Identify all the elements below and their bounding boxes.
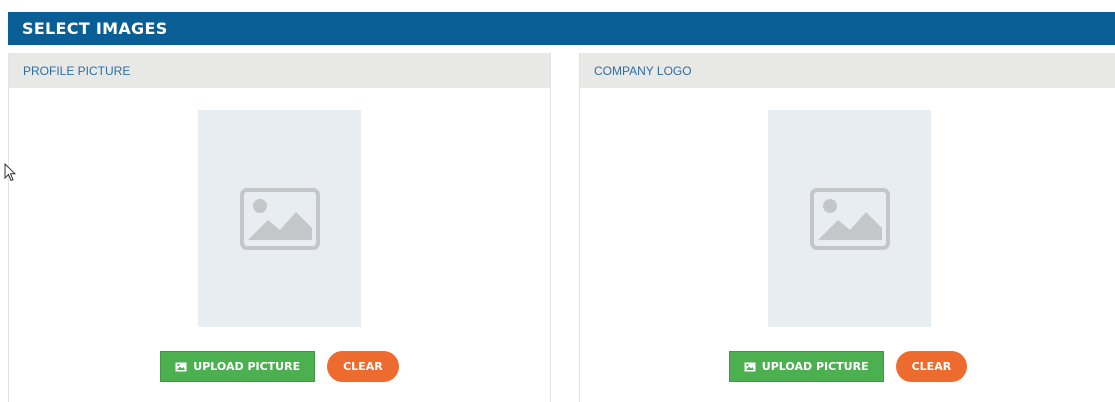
image-placeholder bbox=[768, 110, 931, 327]
section-title: SELECT IMAGES bbox=[22, 19, 168, 38]
upload-button-label: UPLOAD PICTURE bbox=[193, 360, 301, 373]
clear-button-label: CLEAR bbox=[343, 360, 383, 373]
company-logo-panel: COMPANY LOGO UPLOAD PICTURE CLEAR bbox=[579, 53, 1115, 402]
button-row: UPLOAD PICTURE CLEAR bbox=[580, 351, 1115, 382]
clear-button-label: CLEAR bbox=[911, 360, 952, 373]
upload-picture-button[interactable]: UPLOAD PICTURE bbox=[728, 351, 884, 382]
panel-title: PROFILE PICTURE bbox=[23, 63, 131, 78]
top-strip bbox=[0, 0, 1115, 12]
section-header: SELECT IMAGES bbox=[8, 12, 1115, 45]
button-row: UPLOAD PICTURE CLEAR bbox=[9, 351, 550, 382]
profile-picture-panel: PROFILE PICTURE UPLOAD PICTURE CLEAR bbox=[8, 53, 551, 402]
mouse-cursor-icon bbox=[4, 162, 17, 187]
panel-header: COMPANY LOGO bbox=[580, 53, 1115, 88]
picture-icon bbox=[744, 362, 756, 372]
upload-picture-button[interactable]: UPLOAD PICTURE bbox=[160, 351, 316, 382]
clear-button[interactable]: CLEAR bbox=[895, 351, 968, 382]
image-placeholder-icon bbox=[809, 187, 890, 250]
image-placeholder-icon bbox=[239, 187, 320, 250]
image-placeholder bbox=[198, 110, 361, 327]
clear-button[interactable]: CLEAR bbox=[327, 351, 399, 382]
panel-title: COMPANY LOGO bbox=[594, 63, 692, 78]
upload-button-label: UPLOAD PICTURE bbox=[761, 360, 869, 373]
panel-header: PROFILE PICTURE bbox=[9, 53, 550, 88]
picture-icon bbox=[175, 362, 187, 372]
